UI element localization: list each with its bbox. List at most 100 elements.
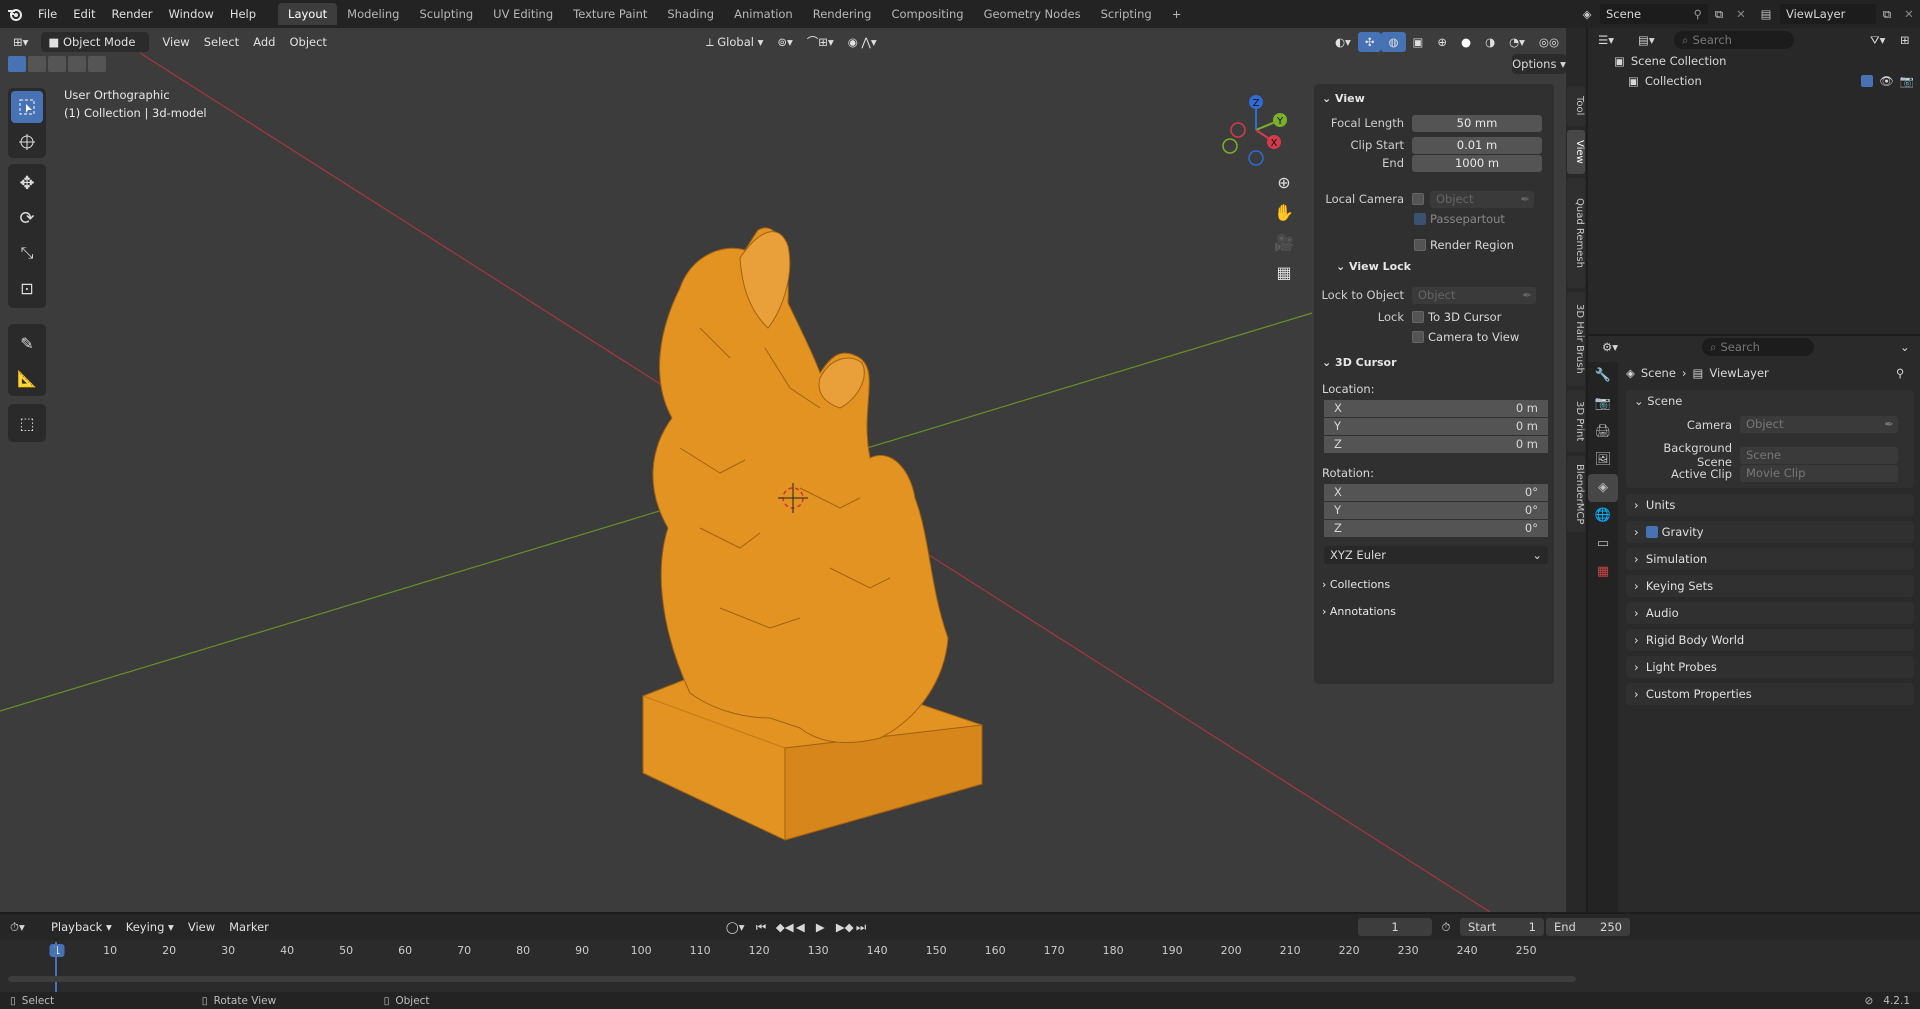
camera-view-icon[interactable]: 🎥 bbox=[1270, 228, 1298, 258]
rotation-mode-dropdown[interactable]: XYZ Euler ⌄ bbox=[1324, 546, 1548, 564]
add-workspace-icon[interactable]: + bbox=[1162, 3, 1192, 25]
scene-selector[interactable]: Scene ⚲ bbox=[1600, 4, 1708, 24]
audio-panel[interactable]: › Audio bbox=[1626, 602, 1914, 624]
tab-sculpting[interactable]: Sculpting bbox=[409, 3, 483, 25]
new-viewlayer-icon[interactable]: ⧉ bbox=[1876, 7, 1898, 22]
eyedropper-icon[interactable]: ✒ bbox=[1520, 191, 1534, 208]
eye-icon[interactable]: 👁 bbox=[1879, 74, 1894, 88]
transform-tool-icon[interactable]: ⊡ bbox=[11, 272, 43, 304]
view-layer-tab-icon[interactable]: 🖼 bbox=[1588, 446, 1618, 474]
marker-menu[interactable]: Marker bbox=[222, 917, 276, 937]
eyedropper-icon[interactable]: ✒ bbox=[1522, 287, 1536, 304]
simulation-panel[interactable]: › Simulation bbox=[1626, 548, 1914, 570]
local-camera-checkbox[interactable] bbox=[1412, 193, 1424, 205]
collection-exclude-checkbox[interactable] bbox=[1861, 75, 1874, 87]
cursor-tool-icon[interactable] bbox=[11, 126, 43, 158]
play-icon[interactable]: ▶ bbox=[816, 920, 836, 934]
location-y-field[interactable]: Y 0 m bbox=[1324, 418, 1548, 435]
view-panel-header[interactable]: ⌄ View bbox=[1322, 92, 1365, 105]
measure-tool-icon[interactable]: 📐 bbox=[11, 362, 43, 394]
options-dropdown[interactable]: Options ▾ bbox=[1512, 54, 1566, 74]
texture-tab-icon[interactable]: ▦ bbox=[1588, 558, 1618, 586]
select-extend-icon[interactable] bbox=[28, 56, 46, 72]
end-frame-field[interactable]: End 250 bbox=[1546, 918, 1630, 936]
zoom-icon[interactable]: ⊕ bbox=[1270, 168, 1298, 198]
jump-start-icon[interactable]: ⏮ bbox=[756, 920, 776, 935]
outliner-search[interactable]: ⌕ Search bbox=[1674, 31, 1794, 49]
viewport-toggle-icon[interactable]: ◎◎ bbox=[1532, 32, 1566, 52]
viewlayer-icon[interactable]: ▤ bbox=[1752, 7, 1780, 21]
select-invert-icon[interactable] bbox=[68, 56, 86, 72]
render-region-checkbox[interactable] bbox=[1414, 239, 1426, 251]
annotations-panel[interactable]: › Annotations bbox=[1322, 605, 1396, 618]
custom-properties-panel[interactable]: › Custom Properties bbox=[1626, 683, 1914, 705]
select-box-tool-icon[interactable] bbox=[11, 91, 43, 123]
timeline-scrollbar[interactable] bbox=[8, 976, 1576, 982]
menu-select[interactable]: Select bbox=[197, 32, 246, 52]
scale-tool-icon[interactable]: ⤡ bbox=[11, 237, 43, 269]
tab-quad-remesh[interactable]: Quad Remesh bbox=[1567, 178, 1585, 288]
annotate-tool-icon[interactable]: ✎ bbox=[11, 327, 43, 359]
clip-start-field[interactable]: 0.01 m bbox=[1412, 136, 1542, 154]
lock-to-object-field[interactable]: Object ✒ bbox=[1412, 286, 1536, 304]
pan-hand-icon[interactable]: ✋ bbox=[1270, 198, 1298, 228]
menu-view[interactable]: View bbox=[155, 32, 196, 52]
preview-range-icon[interactable]: ⏱ bbox=[1432, 920, 1460, 935]
editor-type-icon[interactable]: ⊞▾ bbox=[6, 32, 35, 52]
transform-orientation[interactable]: ⟂ Global ▾ bbox=[699, 32, 770, 52]
collections-panel[interactable]: › Collections bbox=[1322, 578, 1390, 591]
current-frame-field[interactable]: 1 bbox=[1358, 918, 1432, 936]
rotate-tool-icon[interactable]: ⟳ bbox=[11, 202, 43, 234]
collection-tab-icon[interactable]: ▭ bbox=[1588, 530, 1618, 558]
rigid-body-world-panel[interactable]: › Rigid Body World bbox=[1626, 629, 1914, 651]
camera-field[interactable]: Object ✒ bbox=[1740, 416, 1898, 433]
tab-animation[interactable]: Animation bbox=[724, 3, 803, 25]
properties-search[interactable]: ⌕ Search bbox=[1702, 338, 1814, 356]
overlay-icon[interactable]: ◍ bbox=[1381, 32, 1406, 52]
gizmo-toggle-icon[interactable]: ✣ bbox=[1357, 32, 1382, 52]
gravity-checkbox[interactable] bbox=[1645, 526, 1658, 538]
play-reverse-icon[interactable]: ◀ bbox=[796, 920, 816, 934]
jump-keyframe-forward-icon[interactable]: ▶◆ bbox=[836, 920, 856, 934]
delete-viewlayer-icon[interactable]: ✕ bbox=[1898, 7, 1920, 21]
select-subtract-icon[interactable] bbox=[48, 56, 66, 72]
3d-cursor-header[interactable]: ⌄ 3D Cursor bbox=[1322, 356, 1397, 369]
pin-icon[interactable]: ⚲ bbox=[1694, 4, 1702, 24]
frame-ruler[interactable]: 1 10 20 30 40 50 60 70 80 90 100 110 120 130 140 150 160… bbox=[0, 942, 1580, 964]
menu-file[interactable]: File bbox=[30, 3, 65, 25]
tab-compositing[interactable]: Compositing bbox=[881, 3, 973, 25]
auto-keying-icon[interactable]: ◯▾ bbox=[726, 920, 756, 934]
keying-menu[interactable]: Keying ▾ bbox=[119, 917, 181, 937]
clip-end-field[interactable]: 1000 m bbox=[1412, 154, 1542, 172]
tab-view[interactable]: View bbox=[1567, 130, 1585, 174]
navigation-gizmo[interactable]: Z Y X bbox=[1216, 90, 1296, 170]
camera-to-view-checkbox[interactable] bbox=[1412, 331, 1424, 343]
select-new-icon[interactable] bbox=[8, 56, 26, 72]
render-tab-icon[interactable]: 📷 bbox=[1588, 390, 1618, 418]
light-probes-panel[interactable]: › Light Probes bbox=[1626, 656, 1914, 678]
shading-wireframe-icon[interactable]: ⊕ bbox=[1430, 32, 1454, 52]
tab-geometry-nodes[interactable]: Geometry Nodes bbox=[974, 3, 1091, 25]
pivot-icon[interactable]: ⊚▾ bbox=[770, 32, 799, 52]
viewlayer-selector[interactable]: ViewLayer bbox=[1780, 4, 1876, 24]
tab-shading[interactable]: Shading bbox=[657, 3, 724, 25]
jump-keyframe-back-icon[interactable]: ◆◀ bbox=[776, 920, 796, 934]
tab-scripting[interactable]: Scripting bbox=[1091, 3, 1162, 25]
scene-icon[interactable]: ◈ bbox=[1574, 7, 1600, 21]
menu-object[interactable]: Object bbox=[282, 32, 333, 52]
tab-3d-hair-brush[interactable]: 3D Hair Brush bbox=[1567, 292, 1585, 386]
new-collection-icon[interactable]: ⊞ bbox=[1900, 33, 1920, 47]
tab-tool[interactable]: Tool bbox=[1567, 86, 1585, 126]
add-cube-tool-icon[interactable]: ⬚ bbox=[11, 407, 43, 439]
output-tab-icon[interactable]: 🖨 bbox=[1588, 418, 1618, 446]
menu-window[interactable]: Window bbox=[160, 3, 221, 25]
menu-render[interactable]: Render bbox=[104, 3, 161, 25]
collection-row[interactable]: ▣ Collection 👁 📷 bbox=[1628, 74, 1914, 88]
tab-modeling[interactable]: Modeling bbox=[337, 3, 409, 25]
move-tool-icon[interactable]: ✥ bbox=[11, 167, 43, 199]
xray-icon[interactable]: ▣ bbox=[1406, 32, 1431, 52]
local-camera-object-field[interactable]: Object ✒ bbox=[1430, 190, 1534, 208]
location-z-field[interactable]: Z 0 m bbox=[1324, 436, 1548, 453]
tab-rendering[interactable]: Rendering bbox=[803, 3, 882, 25]
rotation-x-field[interactable]: X 0° bbox=[1324, 484, 1548, 501]
